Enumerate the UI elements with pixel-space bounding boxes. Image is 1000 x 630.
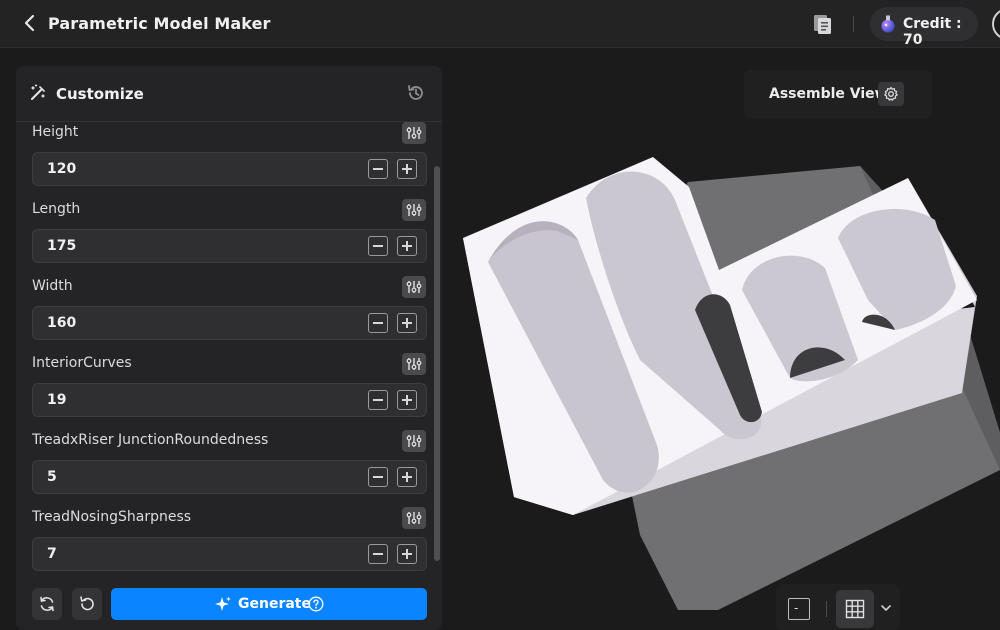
width-field[interactable]: 160 <box>32 306 427 340</box>
plus-icon[interactable] <box>397 236 417 256</box>
junction-roundedness-field[interactable]: 5 <box>32 460 427 494</box>
minus-icon[interactable] <box>368 467 388 487</box>
back-arrow-icon[interactable] <box>20 13 40 33</box>
gear-icon[interactable] <box>878 82 904 106</box>
param-label-width: Width <box>32 278 73 294</box>
nosing-sharpness-field[interactable]: 7 <box>32 537 427 571</box>
width-value: 160 <box>47 315 77 331</box>
document-icon[interactable] <box>811 12 835 36</box>
undo-button[interactable] <box>72 588 102 620</box>
minus-icon[interactable] <box>368 390 388 410</box>
interior-curves-field[interactable]: 19 <box>32 383 427 417</box>
grid-icon <box>845 599 865 619</box>
model-preview[interactable] <box>440 120 1000 615</box>
header-divider <box>853 16 854 32</box>
length-value: 175 <box>47 238 77 254</box>
credit-label: Credit : 70 <box>903 16 962 48</box>
customize-panel: Customize Height 120 Length 175 Width 16… <box>16 66 442 630</box>
sliders-icon[interactable] <box>402 199 426 221</box>
refresh-icon <box>40 596 54 612</box>
sliders-icon[interactable] <box>402 276 426 298</box>
sliders-icon[interactable] <box>402 507 426 529</box>
minus-icon[interactable] <box>368 236 388 256</box>
height-value: 120 <box>47 161 77 177</box>
assemble-view-button[interactable]: Assemble View <box>744 70 932 118</box>
history-icon[interactable] <box>406 83 426 103</box>
wand-icon <box>31 84 45 100</box>
sliders-icon[interactable] <box>402 430 426 452</box>
minus-icon[interactable] <box>368 313 388 333</box>
credit-badge[interactable]: Credit : 70 <box>870 7 978 48</box>
sparkle-icon <box>215 596 231 611</box>
param-label-nosing-sharpness: TreadNosingSharpness <box>32 509 192 525</box>
panel-header: Customize <box>16 66 442 122</box>
grid-button[interactable] <box>836 590 874 628</box>
assemble-view-label: Assemble View <box>769 86 888 102</box>
sliders-icon[interactable] <box>402 122 426 144</box>
length-field[interactable]: 175 <box>32 229 427 263</box>
param-label-interior-curves: InteriorCurves <box>32 355 132 371</box>
toolbar-divider <box>826 601 827 617</box>
generate-label: Generate <box>238 596 311 612</box>
help-circle-icon[interactable] <box>308 596 324 612</box>
param-label-junction-roundedness: TreadxRiser JunctionRoundedness <box>32 432 269 448</box>
plus-icon[interactable] <box>397 467 417 487</box>
generate-button[interactable]: Generate <box>111 588 427 620</box>
junction-roundedness-value: 5 <box>47 469 57 485</box>
panel-title: Customize <box>56 85 144 103</box>
plus-icon[interactable] <box>397 544 417 564</box>
param-label-height: Height <box>32 124 79 140</box>
page-title: Parametric Model Maker <box>48 14 271 33</box>
top-bar: Parametric Model Maker Credit : 70 <box>0 0 1000 48</box>
param-label-length: Length <box>32 201 81 217</box>
interior-curves-value: 19 <box>47 392 67 408</box>
minus-icon[interactable] <box>368 544 388 564</box>
nosing-sharpness-value: 7 <box>47 546 57 562</box>
view-toggle-label: - <box>794 601 799 615</box>
minus-icon[interactable] <box>368 159 388 179</box>
chevron-down-icon[interactable] <box>880 602 892 614</box>
avatar[interactable] <box>992 8 1000 40</box>
flask-icon <box>881 15 895 33</box>
refresh-button[interactable] <box>32 588 62 620</box>
plus-icon[interactable] <box>397 390 417 410</box>
height-field[interactable]: 120 <box>32 152 427 186</box>
undo-icon <box>80 596 94 611</box>
plus-icon[interactable] <box>397 313 417 333</box>
view-toggle-button[interactable]: - <box>788 598 810 620</box>
sliders-icon[interactable] <box>402 353 426 375</box>
plus-icon[interactable] <box>397 159 417 179</box>
